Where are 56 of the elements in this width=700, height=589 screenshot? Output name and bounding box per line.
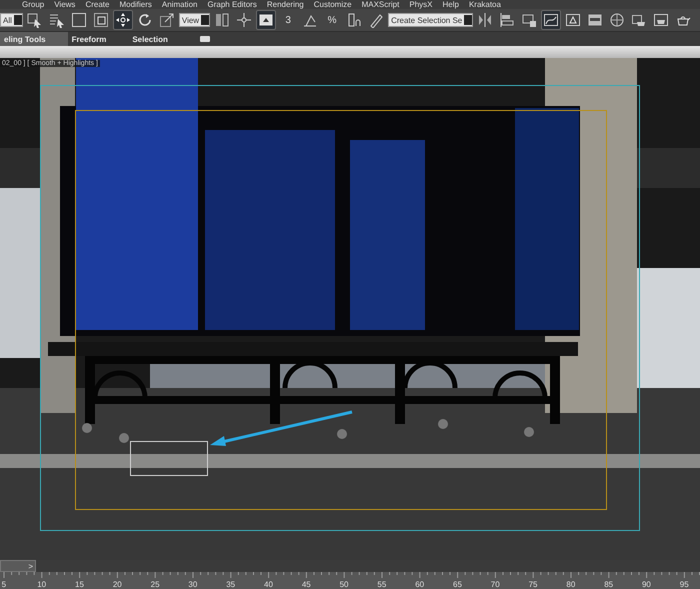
frame-number: 75 (528, 580, 538, 589)
frame-number: 60 (414, 580, 426, 589)
align-icon (499, 12, 516, 28)
frame-number: 80 (565, 580, 576, 589)
rotate-icon (136, 12, 153, 28)
frame-number: 55 (376, 580, 388, 589)
frame-number: 45 (300, 580, 312, 589)
toolbar-button[interactable] (541, 10, 562, 30)
frame-number: 25 (150, 580, 161, 589)
dropdown[interactable]: Create Selection Se (388, 13, 474, 27)
ribbon-toggle-button[interactable] (200, 36, 210, 42)
frame-number: 40 (263, 580, 274, 589)
frame-number: 5 (0, 580, 8, 589)
menu-item[interactable]: Group (22, 0, 44, 8)
snap-toggle[interactable]: 3 (278, 10, 298, 30)
menu-item[interactable]: Customize (314, 0, 352, 8)
dropdown[interactable]: All (0, 13, 23, 27)
menu-item[interactable]: Animation (162, 0, 198, 8)
time-slider-button[interactable]: > (0, 560, 36, 572)
ribbon-tab[interactable]: Selection (128, 32, 190, 46)
frame-number: 95 (678, 580, 690, 589)
frame-number: 30 (187, 580, 198, 589)
menu-item[interactable]: PhysX (409, 0, 432, 8)
scale-icon (158, 12, 175, 28)
ribbon-tab[interactable]: Freeform (68, 32, 128, 46)
frame-number: 15 (74, 580, 85, 589)
sphere-grid-icon (609, 12, 626, 28)
frame-number: 85 (603, 580, 614, 589)
frame-number: 70 (490, 580, 501, 589)
snap-toggle[interactable]: % (322, 10, 342, 30)
move-icon (114, 12, 131, 28)
frame-number: 65 (452, 580, 463, 589)
menu-item[interactable]: Help (442, 0, 459, 8)
frame-number: 20 (112, 580, 123, 589)
cursor-box-icon (26, 12, 43, 28)
frame-number: 10 (36, 580, 48, 589)
track-bar[interactable]: 5 10 15 20 25 30 35 40 45 50 55 60 65 70 75 80 85 90 95 (0, 572, 700, 589)
menu-item[interactable]: Create (85, 0, 110, 8)
menu-item[interactable]: MAXScript (362, 0, 400, 8)
dropdown[interactable]: View (178, 13, 210, 27)
menu-item[interactable]: Rendering (266, 0, 304, 8)
frame-number: 35 (225, 580, 236, 589)
menu-item[interactable]: Krakatoa (468, 0, 501, 8)
pencil-icon (368, 12, 384, 28)
frame-number: 90 (640, 580, 652, 589)
screen-icon (258, 12, 274, 28)
menu-item[interactable]: Modifiers (119, 0, 152, 8)
ribbon-tab[interactable]: eling Tools (0, 32, 68, 46)
layer-icon (521, 12, 538, 28)
frame-number: 50 (338, 580, 350, 589)
toolbar-button[interactable] (112, 10, 133, 30)
menu-item[interactable]: Graph Editors (207, 0, 257, 8)
menu-item[interactable]: Views (54, 0, 76, 8)
toolbar-button[interactable] (256, 10, 276, 30)
list-cursor-icon (48, 12, 65, 28)
mirror-icon (477, 12, 494, 28)
